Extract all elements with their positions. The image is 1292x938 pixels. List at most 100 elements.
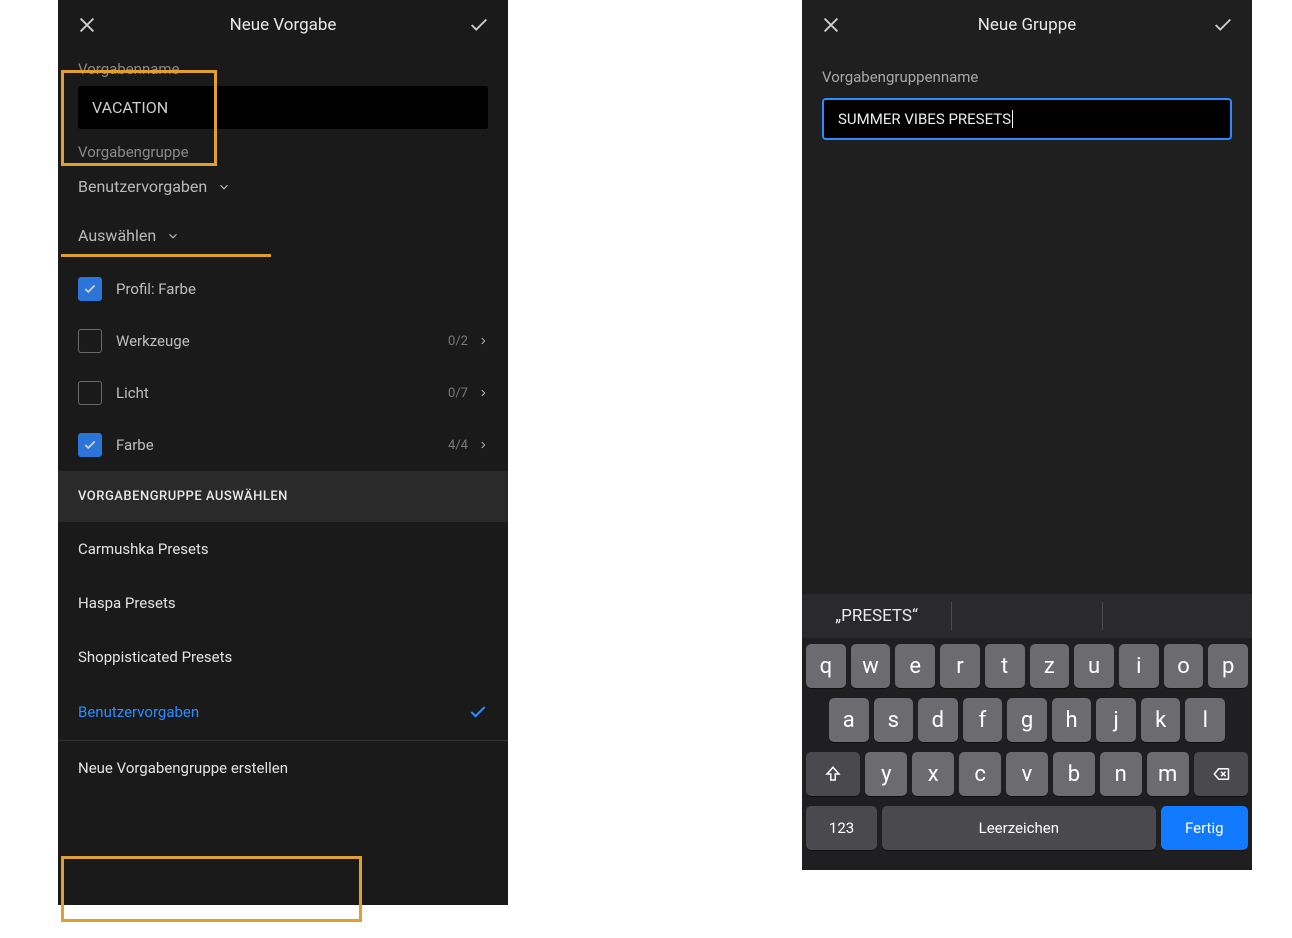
checkbox-icon[interactable]	[78, 329, 102, 353]
key-o[interactable]: o	[1164, 644, 1204, 688]
key-u[interactable]: u	[1074, 644, 1114, 688]
key-f[interactable]: f	[963, 698, 1003, 742]
preset-group-label: Vorgabengruppe	[78, 143, 488, 161]
key-t[interactable]: t	[985, 644, 1025, 688]
key-x[interactable]: x	[912, 752, 954, 796]
confirm-icon[interactable]	[1212, 14, 1234, 36]
backspace-icon	[1210, 765, 1232, 783]
option-label: Farbe	[116, 436, 448, 454]
group-name-section: Vorgabengruppenname SUMMER VIBES PRESETS	[802, 50, 1252, 146]
group-name-value: SUMMER VIBES PRESETS	[838, 110, 1011, 128]
topbar: Neue Gruppe	[802, 0, 1252, 50]
select-label: Auswählen	[78, 226, 156, 245]
preset-group-item[interactable]: Shoppisticated Presets	[58, 630, 508, 684]
key-g[interactable]: g	[1007, 698, 1047, 742]
shift-icon	[824, 765, 842, 783]
preset-group-value: Benutzervorgaben	[78, 177, 207, 196]
text-caret	[1012, 110, 1013, 128]
option-count: 4/4	[448, 438, 468, 453]
preset-group-item-label: Benutzervorgaben	[78, 703, 199, 721]
checkbox-icon[interactable]	[78, 433, 102, 457]
key-a[interactable]: a	[829, 698, 869, 742]
option-label: Werkzeuge	[116, 332, 448, 350]
preset-name-section: Vorgabenname VACATION	[58, 50, 508, 133]
preset-group-item[interactable]: Haspa Presets	[58, 576, 508, 630]
shift-key[interactable]	[806, 752, 860, 796]
preset-name-input[interactable]: VACATION	[78, 86, 488, 129]
preset-group-item-label: Carmushka Presets	[78, 540, 209, 558]
chevron-right-icon[interactable]	[478, 334, 488, 348]
preset-group-item[interactable]: Benutzervorgaben	[58, 684, 508, 740]
onscreen-keyboard: q w e r t z u i o p a s d f g h j k l	[802, 638, 1252, 870]
option-row[interactable]: Werkzeuge 0/2	[70, 315, 496, 367]
key-n[interactable]: n	[1100, 752, 1142, 796]
chevron-down-icon	[166, 229, 180, 243]
key-z[interactable]: z	[1030, 644, 1070, 688]
preset-group-item[interactable]: Carmushka Presets	[58, 522, 508, 576]
suggestion[interactable]	[1103, 602, 1252, 630]
screen-new-group: Neue Gruppe Vorgabengruppenname SUMMER V…	[802, 0, 1252, 870]
close-icon[interactable]	[820, 14, 842, 36]
key-d[interactable]: d	[918, 698, 958, 742]
key-y[interactable]: y	[865, 752, 907, 796]
close-icon[interactable]	[76, 14, 98, 36]
select-section: Auswählen	[58, 208, 508, 257]
page-title: Neue Vorgabe	[230, 15, 337, 35]
key-l[interactable]: l	[1185, 698, 1225, 742]
option-row[interactable]: Farbe 4/4	[70, 419, 496, 471]
topbar: Neue Vorgabe	[58, 0, 508, 50]
backspace-key[interactable]	[1194, 752, 1248, 796]
checkbox-icon[interactable]	[78, 381, 102, 405]
keyboard-row: q w e r t z u i o p	[806, 644, 1248, 688]
chevron-down-icon	[217, 180, 231, 194]
option-list: Profil: Farbe Werkzeuge 0/2 Licht 0/7 Fa…	[58, 257, 508, 471]
option-count: 0/7	[448, 386, 468, 401]
keyboard-row: y x c v b n m	[806, 752, 1248, 796]
done-key[interactable]: Fertig	[1161, 806, 1249, 850]
suggestion[interactable]	[952, 602, 1102, 630]
key-s[interactable]: s	[874, 698, 914, 742]
preset-group-section: Vorgabengruppe Benutzervorgaben	[58, 133, 508, 208]
chevron-right-icon[interactable]	[478, 438, 488, 452]
checkbox-icon[interactable]	[78, 277, 102, 301]
key-p[interactable]: p	[1208, 644, 1248, 688]
create-new-group-button[interactable]: Neue Vorgabengruppe erstellen	[58, 740, 508, 795]
group-name-label: Vorgabengruppenname	[822, 68, 1232, 86]
keyboard-row: a s d f g h j k l	[806, 698, 1248, 742]
preset-name-label: Vorgabenname	[78, 60, 488, 78]
group-name-input[interactable]: SUMMER VIBES PRESETS	[822, 98, 1232, 140]
keyboard-row: 123 Leerzeichen Fertig	[806, 806, 1248, 850]
key-q[interactable]: q	[806, 644, 846, 688]
key-r[interactable]: r	[940, 644, 980, 688]
key-i[interactable]: i	[1119, 644, 1159, 688]
option-row[interactable]: Profil: Farbe	[70, 263, 496, 315]
suggestion[interactable]: „PRESETS“	[802, 602, 952, 630]
option-label: Profil: Farbe	[116, 280, 488, 298]
key-e[interactable]: e	[895, 644, 935, 688]
choose-group-header: VORGABENGRUPPE AUSWÄHLEN	[58, 471, 508, 522]
select-dropdown[interactable]: Auswählen	[78, 218, 488, 253]
preset-group-dropdown[interactable]: Benutzervorgaben	[78, 169, 488, 204]
option-row[interactable]: Licht 0/7	[70, 367, 496, 419]
numbers-key[interactable]: 123	[806, 806, 877, 850]
confirm-icon[interactable]	[468, 14, 490, 36]
key-v[interactable]: v	[1006, 752, 1048, 796]
page-title: Neue Gruppe	[978, 15, 1077, 35]
key-k[interactable]: k	[1141, 698, 1181, 742]
key-b[interactable]: b	[1053, 752, 1095, 796]
keyboard-suggestion-bar: „PRESETS“	[802, 594, 1252, 638]
option-label: Licht	[116, 384, 448, 402]
key-w[interactable]: w	[851, 644, 891, 688]
key-m[interactable]: m	[1147, 752, 1189, 796]
preset-group-item-label: Shoppisticated Presets	[78, 648, 232, 666]
spacer	[802, 146, 1252, 594]
key-j[interactable]: j	[1096, 698, 1136, 742]
screen-new-preset: Neue Vorgabe Vorgabenname VACATION Vorga…	[58, 0, 508, 905]
key-c[interactable]: c	[959, 752, 1001, 796]
check-icon	[468, 702, 488, 722]
chevron-right-icon[interactable]	[478, 386, 488, 400]
preset-group-item-label: Haspa Presets	[78, 594, 176, 612]
option-count: 0/2	[448, 334, 468, 349]
spacebar-key[interactable]: Leerzeichen	[882, 806, 1155, 850]
key-h[interactable]: h	[1052, 698, 1092, 742]
